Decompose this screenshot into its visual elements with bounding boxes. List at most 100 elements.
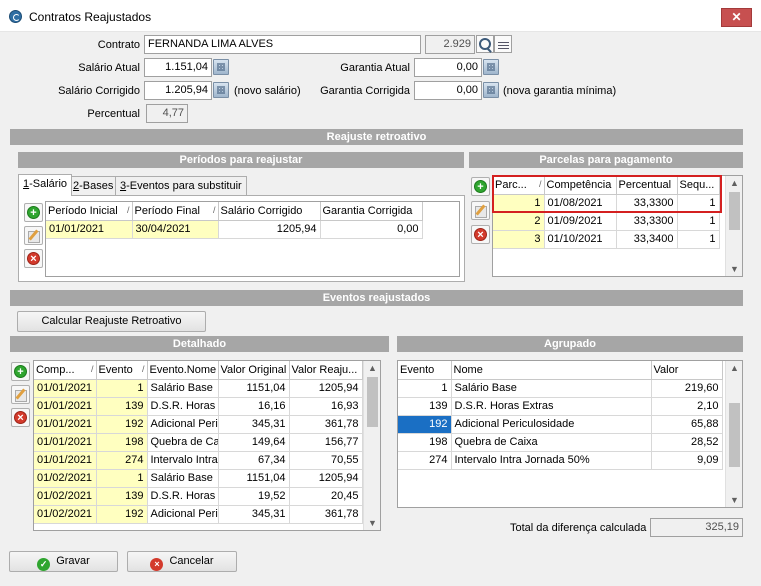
table-cell[interactable]: 198 (96, 433, 148, 452)
scroll-down-icon[interactable]: ▼ (364, 516, 380, 530)
table-cell[interactable]: 3 (493, 230, 545, 249)
table-row[interactable]: 3 01/10/2021 33,3400 1 (493, 230, 720, 249)
table-cell[interactable]: 01/02/2021 (34, 505, 97, 524)
table-cell[interactable]: 20,45 (289, 487, 363, 506)
table-cell[interactable]: 1 (398, 379, 452, 398)
table-cell[interactable]: 16,93 (289, 397, 363, 416)
edit-evento-button[interactable] (11, 385, 30, 404)
column-header[interactable]: Nome (451, 361, 652, 380)
table-row[interactable]: 01/01/2021 1 Salário Base 1151,04 1205,94 (34, 379, 363, 398)
table-cell[interactable]: 28,52 (651, 433, 723, 452)
table-cell[interactable]: Salário Base (147, 469, 219, 488)
table-cell[interactable]: 01/08/2021 (544, 194, 617, 213)
scroll-up-icon[interactable]: ▲ (726, 176, 742, 190)
table-cell[interactable]: 01/02/2021 (34, 469, 97, 488)
delete-parcela-button[interactable]: × (471, 225, 490, 244)
detalhado-scrollbar[interactable]: ▲ ▼ (363, 361, 380, 530)
table-row[interactable]: 01/01/2021198Quebra de Caix149,64156,77 (34, 433, 363, 452)
parcelas-scrollbar[interactable]: ▲ ▼ (725, 176, 742, 276)
table-cell[interactable]: Adicional Peric (147, 505, 219, 524)
column-header[interactable]: Valor Reaju... (289, 361, 363, 380)
column-header[interactable]: Parc... / (493, 176, 545, 195)
table-cell[interactable]: 192 (398, 415, 452, 434)
table-cell[interactable]: 274 (96, 451, 148, 470)
table-cell[interactable]: 198 (398, 433, 452, 452)
scroll-thumb[interactable] (729, 403, 740, 467)
table-cell[interactable]: 361,78 (289, 415, 363, 434)
table-cell[interactable]: 2 (493, 212, 545, 231)
column-header[interactable]: Salário Corrigido (218, 202, 321, 221)
table-cell[interactable]: 1 (677, 194, 720, 213)
table-cell[interactable]: 1 (677, 212, 720, 231)
table-cell[interactable]: 192 (96, 415, 148, 434)
add-parcela-button[interactable]: + (471, 177, 490, 196)
table-cell[interactable]: 1151,04 (218, 379, 290, 398)
salario-atual-field[interactable]: 1.151,04 (144, 58, 212, 77)
table-row[interactable]: 01/01/2021 30/04/2021 1205,94 0,00 (46, 220, 423, 239)
scroll-thumb[interactable] (367, 377, 378, 427)
cancelar-button[interactable]: × Cancelar (127, 551, 237, 572)
table-cell[interactable]: 01/01/2021 (34, 451, 97, 470)
calculator-icon[interactable] (213, 82, 229, 98)
table-cell[interactable]: Quebra de Caix (147, 433, 219, 452)
table-row[interactable]: 139 D.S.R. Horas Extras 2,10 (398, 397, 723, 416)
edit-parcela-button[interactable] (471, 201, 490, 220)
column-header[interactable]: Período Final / (132, 202, 219, 221)
table-row[interactable]: 01/02/2021 192 Adicional Peric 345,31 361,78 (34, 505, 363, 524)
garantia-corrigida-field[interactable]: 0,00 (414, 81, 482, 100)
contrato-name-field[interactable]: FERNANDA LIMA ALVES (144, 35, 421, 54)
agrupado-scrollbar[interactable]: ▲ ▼ (725, 361, 742, 507)
calculator-icon[interactable] (483, 59, 499, 75)
table-cell[interactable]: Salário Base (147, 379, 219, 398)
calculator-icon[interactable] (483, 82, 499, 98)
tab-bases[interactable]: 2-Bases (68, 176, 119, 196)
column-header[interactable]: Garantia Corrigida (320, 202, 423, 221)
tab-salario[interactable]: 1-Salário (18, 174, 73, 196)
table-row[interactable]: 2 01/09/2021 33,3300 1 (493, 212, 720, 231)
table-cell[interactable]: 1 (677, 230, 720, 249)
table-row[interactable]: 01/02/2021139D.S.R. Horas E19,5220,45 (34, 487, 363, 506)
table-cell[interactable]: 30/04/2021 (132, 220, 219, 239)
gravar-button[interactable]: ✓ Gravar (9, 551, 118, 572)
column-header[interactable]: Valor (651, 361, 723, 380)
table-row[interactable]: 01/01/2021 192 Adicional Peric 345,31 361,78 (34, 415, 363, 434)
table-cell[interactable]: 139 (398, 397, 452, 416)
table-cell[interactable]: 65,88 (651, 415, 723, 434)
table-cell[interactable]: 0,00 (320, 220, 423, 239)
table-cell[interactable]: 1205,94 (289, 379, 363, 398)
table-cell[interactable]: 1 (96, 379, 148, 398)
column-header[interactable]: Período Inicial / (46, 202, 133, 221)
table-cell[interactable]: 149,64 (218, 433, 290, 452)
calcular-reajuste-button[interactable]: Calcular Reajuste Retroativo (17, 311, 206, 332)
column-header[interactable]: Valor Original (218, 361, 290, 380)
table-cell[interactable]: 139 (96, 487, 148, 506)
table-cell[interactable]: Intervalo Intra Jornada 50% (451, 451, 652, 470)
salario-corrigido-field[interactable]: 1.205,94 (144, 81, 212, 100)
table-cell[interactable]: 01/09/2021 (544, 212, 617, 231)
table-cell[interactable]: D.S.R. Horas Extras (451, 397, 652, 416)
table-cell[interactable]: 01/01/2021 (34, 433, 97, 452)
scroll-down-icon[interactable]: ▼ (726, 262, 742, 276)
table-cell[interactable]: 16,16 (218, 397, 290, 416)
scroll-down-icon[interactable]: ▼ (726, 493, 742, 507)
table-cell[interactable]: 345,31 (218, 505, 290, 524)
table-cell[interactable]: 01/01/2021 (34, 379, 97, 398)
table-cell[interactable]: 156,77 (289, 433, 363, 452)
table-cell[interactable]: 33,3300 (616, 212, 678, 231)
column-header[interactable]: Competência (544, 176, 617, 195)
table-cell[interactable]: 01/01/2021 (34, 397, 97, 416)
table-cell[interactable]: 33,3400 (616, 230, 678, 249)
column-header[interactable]: Evento (398, 361, 452, 380)
scroll-up-icon[interactable]: ▲ (364, 361, 380, 375)
table-cell[interactable]: 219,60 (651, 379, 723, 398)
column-header[interactable]: Sequ... (677, 176, 720, 195)
table-cell[interactable]: 70,55 (289, 451, 363, 470)
table-row[interactable]: 198 Quebra de Caixa 28,52 (398, 433, 723, 452)
table-cell[interactable]: 67,34 (218, 451, 290, 470)
table-row[interactable]: 01/02/2021 1 Salário Base 1151,04 1205,94 (34, 469, 363, 488)
edit-periodo-button[interactable] (24, 226, 43, 245)
table-cell[interactable]: 1205,94 (289, 469, 363, 488)
table-cell[interactable]: 01/10/2021 (544, 230, 617, 249)
table-cell[interactable]: 01/01/2021 (34, 415, 97, 434)
table-cell[interactable]: 1151,04 (218, 469, 290, 488)
